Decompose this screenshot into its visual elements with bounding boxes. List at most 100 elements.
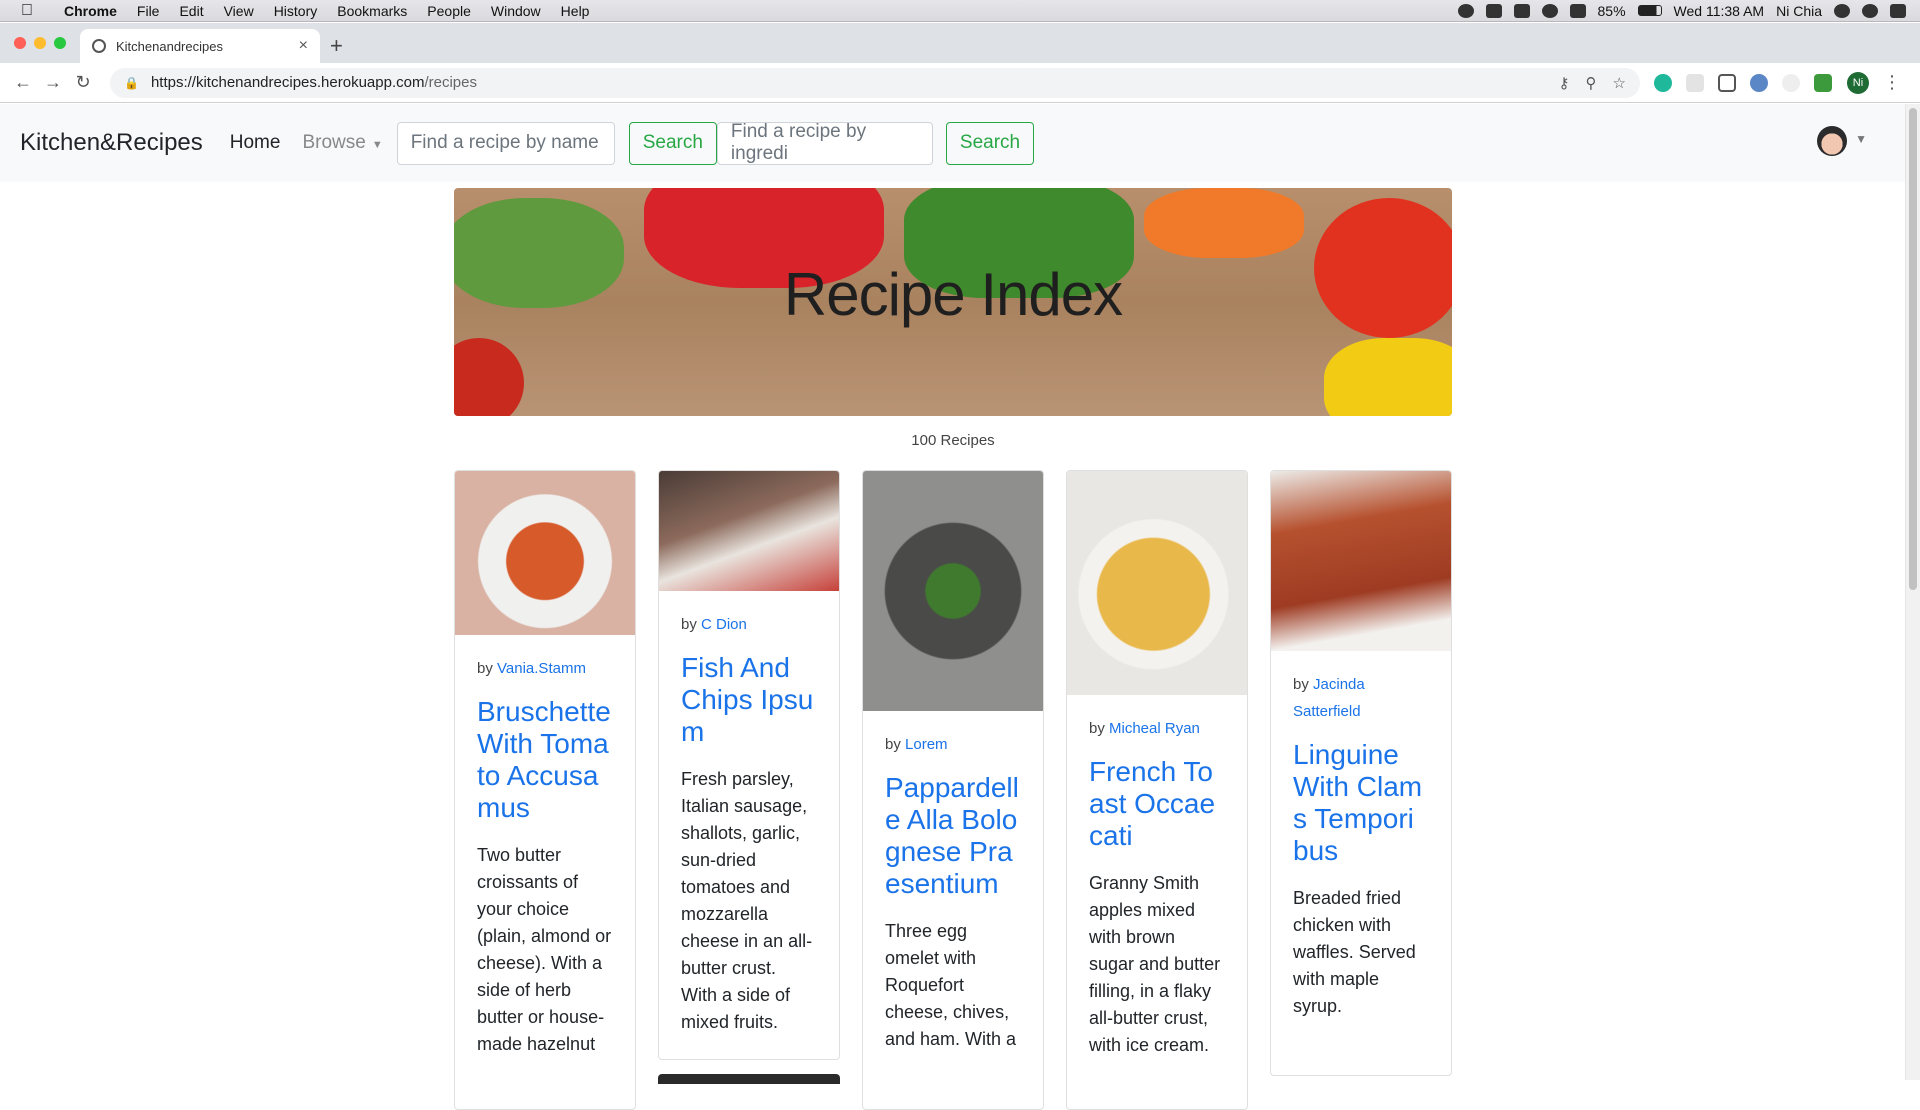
recipe-author-line: by Jacinda Satterfield [1293,671,1429,725]
recipe-title-link[interactable]: Fish And Chips Ipsum [681,652,817,748]
menubar-status-area: 85% Wed 11:38 AM Ni Chia [1457,3,1920,19]
recipe-author-line: by Micheal Ryan [1089,715,1225,742]
recipe-image[interactable] [455,471,635,635]
recipe-title-link[interactable]: Pappardelle Alla Bolognese Praesentium [885,772,1021,900]
recipe-image[interactable] [659,471,839,591]
tomato-left-image [454,338,524,416]
window-zoom-button[interactable] [54,37,66,49]
nav-home-link[interactable]: Home [230,132,281,154]
dropbox-icon[interactable] [1485,3,1502,18]
menu-edit[interactable]: Edit [169,3,213,19]
menu-help[interactable]: Help [551,3,600,19]
tab-title: Kitchenandrecipes [116,38,223,54]
nav-browse-dropdown[interactable]: Browse ▼ [302,132,382,154]
recipe-description: Three egg omelet with Roquefort cheese, … [885,921,1017,1049]
forward-arrow-icon[interactable]: → [38,72,68,93]
author-link[interactable]: Micheal Ryan [1109,720,1200,737]
window-close-button[interactable] [14,37,26,49]
url-path: /recipes [424,74,477,91]
author-prefix: by [885,736,901,753]
lock-icon[interactable]: 🔒 [124,76,139,90]
author-prefix: by [477,660,493,677]
recipe-card-next-row[interactable] [658,1074,840,1084]
siri-icon[interactable] [1862,3,1878,18]
screen-record-icon[interactable] [1457,3,1474,18]
bookmark-star-icon[interactable]: ☆ [1613,74,1626,92]
recipe-card[interactable]: by Jacinda Satterfield Linguine With Cla… [1270,470,1452,1076]
notification-center-icon[interactable] [1890,3,1906,18]
recipe-description: Fresh parsley, Italian sausage, shallots… [681,769,813,1032]
battery-icon[interactable] [1637,5,1662,16]
extension-blue-icon[interactable] [1750,73,1768,92]
recipe-image[interactable] [1271,471,1451,651]
menu-file[interactable]: File [127,3,170,19]
recipe-card[interactable]: by Vania.Stamm Bruschette With Tomato Ac… [454,470,636,1110]
yellow-pepper-image [1324,338,1452,416]
reload-icon[interactable]: ↻ [68,72,98,93]
recipe-card[interactable]: by Micheal Ryan French Toast Occaecati G… [1066,470,1248,1110]
author-link[interactable]: C Dion [701,616,747,633]
menu-app-chrome[interactable]: Chrome [54,3,127,19]
address-bar[interactable]: 🔒 https://kitchenandrecipes.herokuapp.co… [110,67,1640,98]
browser-toolbar: ← → ↻ 🔒 https://kitchenandrecipes.heroku… [0,63,1920,103]
recipe-author-line: by C Dion [681,611,817,638]
airplay-icon[interactable] [1569,3,1586,18]
recipe-description: Breaded fried chicken with waffles. Serv… [1293,888,1416,1016]
extension-m-icon[interactable] [1654,73,1672,92]
author-link[interactable]: Vania.Stamm [497,660,586,677]
zoom-icon[interactable]: ⚲ [1586,74,1597,92]
url-host: https://kitchenandrecipes.herokuapp.com [150,74,425,91]
site-brand[interactable]: Kitchen&Recipes [20,129,203,157]
extension-cors-icon[interactable] [1814,73,1832,92]
ingredient-search-input[interactable]: Find a recipe by ingredi [716,121,933,165]
author-prefix: by [1089,720,1105,737]
recipe-card[interactable]: by C Dion Fish And Chips Ipsum Fresh par… [658,470,840,1060]
recipe-image[interactable] [863,471,1043,711]
wifi-icon[interactable] [1541,3,1558,18]
browser-tab-active[interactable]: Kitchenandrecipes × [80,29,320,63]
back-arrow-icon[interactable]: ← [8,72,38,93]
recipe-description: Granny Smith apples mixed with brown sug… [1089,873,1221,1055]
recipe-title-link[interactable]: Linguine With Clams Temporibus [1293,739,1429,867]
macos-menu-bar:  Chrome File Edit View History Bookmark… [0,0,1920,22]
menu-window[interactable]: Window [481,3,551,19]
user-avatar[interactable] [1817,126,1847,156]
scrollbar-thumb[interactable] [1909,108,1917,590]
recipe-card[interactable]: by Lorem Pappardelle Alla Bolognese Prae… [862,470,1044,1110]
page-scrollbar[interactable] [1905,104,1920,1080]
menu-bookmarks[interactable]: Bookmarks [327,3,417,19]
new-tab-plus-icon[interactable]: + [330,33,343,59]
carrot-image [1144,188,1304,258]
recipe-description: Two butter croissants of your choice (pl… [477,845,612,1054]
recipe-title-link[interactable]: Bruschette With Tomato Accusamus [477,696,613,824]
name-search-button[interactable]: Search [628,121,717,165]
author-link[interactable]: Lorem [905,736,948,753]
menubar-user[interactable]: Ni Chia [1776,3,1822,19]
extension-grid-icon[interactable] [1686,73,1704,92]
recipe-name-search-input[interactable]: Find a recipe by name [396,121,615,165]
caret-down-icon: ▼ [371,139,383,151]
recipe-author-line: by Lorem [885,731,1021,758]
extension-circle-icon[interactable] [1782,73,1800,92]
tab-close-icon[interactable]: × [299,37,308,55]
user-menu-caret-icon[interactable]: ▼ [1855,132,1867,146]
spotlight-search-icon[interactable] [1834,3,1850,18]
chrome-menu-icon[interactable]: ⋮ [1877,72,1907,93]
key-icon[interactable]: ⚷ [1559,74,1570,92]
recipe-image[interactable] [1067,471,1247,695]
browser-tab-strip: Kitchenandrecipes × + [0,23,1920,63]
menu-view[interactable]: View [214,3,264,19]
author-prefix: by [681,616,697,633]
cloud-icon[interactable] [1513,3,1530,18]
recipe-title-link[interactable]: French Toast Occaecati [1089,756,1225,852]
apple-menu-icon[interactable]:  [0,2,54,20]
window-minimize-button[interactable] [34,37,46,49]
ingredient-search-button[interactable]: Search [945,121,1035,165]
menu-history[interactable]: History [264,3,328,19]
menubar-clock[interactable]: Wed 11:38 AM [1674,3,1765,19]
chrome-profile-avatar[interactable]: Ni [1847,71,1869,94]
recipe-count: 100 Recipes [911,432,995,449]
extension-brackets-icon[interactable] [1718,73,1736,92]
menu-people[interactable]: People [417,3,481,19]
hero-banner: Recipe Index [454,188,1452,416]
